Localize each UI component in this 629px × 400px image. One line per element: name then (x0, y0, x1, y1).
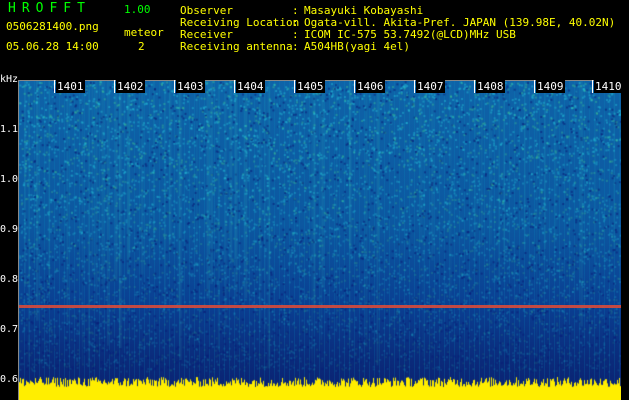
carrier-signal-line (19, 305, 621, 308)
spectrogram-canvas (19, 81, 621, 400)
antenna-label: Receiving antenna (180, 40, 293, 53)
freq-label-1-1: 1.1 (0, 124, 19, 135)
app-version: 1.00 (124, 3, 151, 16)
antenna-separator: : (292, 40, 299, 53)
meteor-count: 2 (138, 40, 145, 53)
frequency-axis: kHz 1.1 1.0 0.9 0.8 0.7 0.6 (0, 74, 20, 400)
antenna-value: A504HB(yagi 4el) (304, 40, 410, 53)
freq-label-0-6: 0.6 (0, 374, 19, 385)
file-name: 0506281400.png (6, 20, 99, 33)
freq-label-0-8: 0.8 (0, 274, 19, 285)
spectrogram (18, 80, 621, 400)
app-title: HROFFT (8, 1, 91, 16)
frequency-unit: kHz (0, 74, 19, 85)
meteor-label: meteor (124, 26, 164, 39)
freq-label-1-0: 1.0 (0, 174, 19, 185)
freq-label-0-9: 0.9 (0, 224, 19, 235)
freq-label-0-7: 0.7 (0, 324, 19, 335)
hrofft-window: HROFFT 1.00 0506281400.png meteor 2 05.0… (0, 0, 629, 400)
observation-datetime: 05.06.28 14:00 (6, 40, 99, 53)
